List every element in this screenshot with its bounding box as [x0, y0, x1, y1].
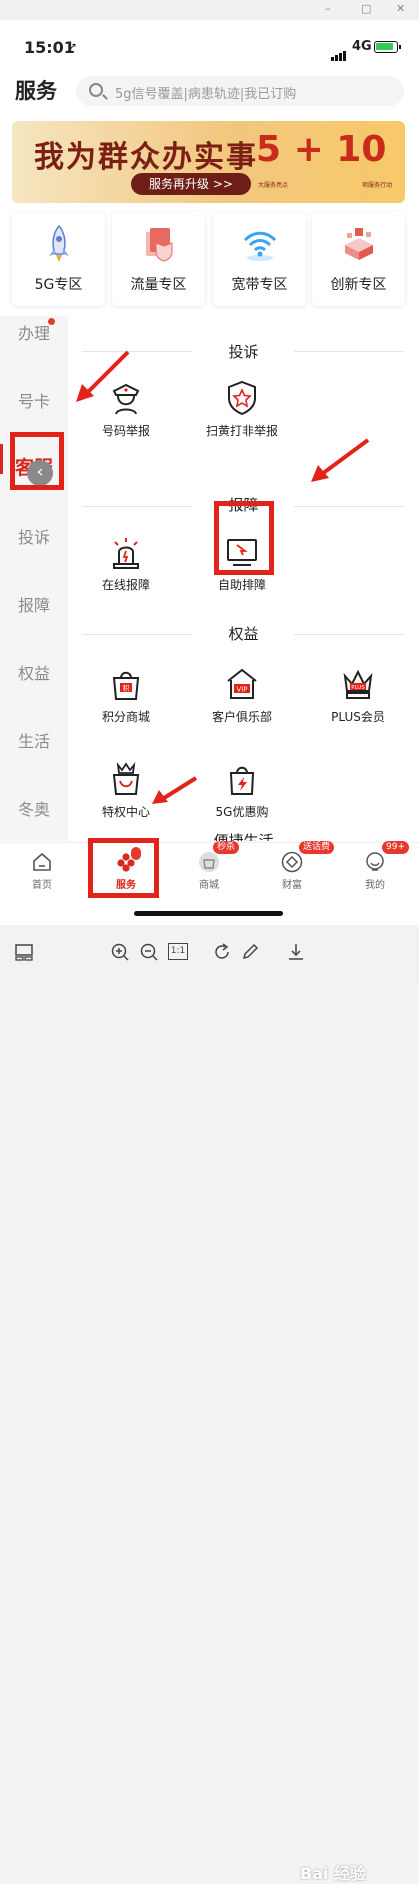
promo-banner[interactable]: 我为群众办实事 服务再升级 >> 5 + 10 大服务亮点 项服务行动	[12, 121, 405, 203]
face-icon	[366, 852, 384, 871]
home-icon	[33, 852, 51, 871]
watermark: Bai 经验	[300, 1864, 367, 1883]
tab-badge: 秒杀	[213, 841, 240, 854]
service-label: 5G优惠购	[215, 805, 269, 819]
service-customer-club[interactable]: VIP 客户俱乐部	[192, 666, 292, 732]
svg-text:PLUS: PLUS	[351, 685, 365, 691]
notification-dot	[48, 318, 55, 325]
sidebar-item-winter-olympics[interactable]: 冬奥	[0, 796, 68, 820]
status-bar: 15:01 ➚ 4G	[0, 20, 419, 64]
image-viewer-toolbar: 1:1 Bai 经验	[0, 925, 419, 1883]
service-plus-member[interactable]: PLUS PLUS会员	[308, 666, 408, 732]
bag-icon	[199, 852, 219, 872]
crown-bag-icon	[112, 761, 140, 795]
service-label: 自助排障	[217, 578, 266, 592]
section-title-rights: 权益	[228, 625, 259, 643]
actual-size-button[interactable]: 1:1	[168, 943, 188, 960]
tab-label: 首页	[32, 880, 52, 891]
banner-caption-left: 大服务亮点	[258, 182, 289, 189]
tab-home[interactable]: 首页	[0, 851, 84, 891]
annotation-box-self-troubleshoot	[214, 501, 274, 575]
tab-mine[interactable]: 我的	[333, 851, 417, 891]
pen-icon[interactable]	[240, 942, 260, 962]
battery-icon	[374, 41, 401, 53]
window-titlebar: – □ ✕	[0, 0, 419, 20]
service-label: 扫黄打非举报	[205, 424, 278, 438]
rotate-icon[interactable]	[212, 942, 232, 962]
zone-label: 5G专区	[34, 277, 83, 293]
tab-label: 我的	[365, 880, 385, 891]
vip-house-icon: VIP	[227, 668, 257, 699]
tab-badge: 99+	[382, 841, 409, 854]
zone-grid: 5G专区 流量专区 宽带专区 创新专区	[0, 212, 419, 312]
zone-label: 宽带专区	[231, 277, 288, 293]
search-placeholder: 5g信号覆盖|病患轨迹|我已订购	[115, 87, 297, 102]
search-input[interactable]: 5g信号覆盖|病患轨迹|我已订购	[76, 76, 404, 106]
tab-badge: 送话费	[299, 841, 335, 854]
annotation-box-sidebar	[10, 432, 64, 490]
category-sidebar: 办理 号卡 客服 投诉 报障 权益 生活 冬奥	[0, 316, 68, 841]
service-porn-report[interactable]: 扫黄打非举报	[192, 380, 292, 446]
tab-label: 财富	[282, 880, 302, 891]
zoom-in-icon[interactable]	[110, 942, 130, 962]
zoom-out-icon[interactable]	[139, 942, 159, 962]
minimize-button[interactable]: –	[325, 2, 331, 15]
wifi-icon	[243, 231, 277, 261]
tab-label: 商城	[199, 880, 219, 891]
badge-star-icon	[228, 380, 256, 416]
tab-mall[interactable]: 商城	[167, 851, 251, 891]
search-icon	[89, 83, 103, 97]
maximize-button[interactable]: □	[361, 2, 371, 15]
zone-5g[interactable]: 5G专区	[12, 212, 105, 306]
zone-traffic[interactable]: 流量专区	[112, 212, 205, 306]
sidebar-item-life[interactable]: 生活	[0, 728, 68, 752]
annotation-box-service-tab	[88, 838, 159, 898]
active-indicator	[0, 444, 3, 474]
page-header: 服务 5g信号覆盖|病患轨迹|我已订购	[0, 68, 419, 112]
zone-broadband[interactable]: 宽带专区	[213, 212, 306, 306]
service-label: 积分商城	[101, 710, 150, 724]
page-title: 服务	[15, 79, 57, 103]
annotation-arrow	[152, 776, 198, 804]
zone-label: 创新专区	[330, 277, 387, 293]
plus-crown-icon: PLUS	[343, 669, 373, 699]
banner-caption-right: 项服务行动	[362, 182, 393, 189]
location-arrow-icon: ➚	[68, 40, 78, 53]
banner-button[interactable]: 服务再升级 >>	[131, 173, 251, 195]
annotation-arrow	[76, 350, 130, 402]
network-type: 4G	[352, 39, 372, 54]
annotation-arrow	[311, 438, 370, 482]
rocket-icon	[49, 224, 69, 262]
home-indicator	[134, 911, 283, 916]
shield-icon	[146, 228, 173, 262]
sidebar-item-handle[interactable]: 办理	[0, 320, 68, 344]
banner-number: 5 + 10	[256, 129, 387, 170]
svg-text:VIP: VIP	[236, 686, 247, 694]
signal-icon	[331, 42, 347, 61]
sidebar-item-fault-report[interactable]: 报障	[0, 592, 68, 616]
service-online-fault-report[interactable]: 在线报障	[76, 534, 176, 600]
svg-text:积: 积	[123, 684, 130, 693]
diamond-icon	[281, 851, 303, 873]
download-icon[interactable]	[286, 942, 306, 962]
service-label: 客户俱乐部	[211, 710, 272, 724]
service-label: PLUS会员	[331, 710, 385, 724]
sidebar-item-complaint[interactable]: 投诉	[0, 524, 68, 548]
zone-label: 流量专区	[130, 277, 187, 293]
close-button[interactable]: ✕	[396, 2, 405, 15]
service-label: 号码举报	[101, 424, 150, 438]
cubes-icon	[345, 228, 373, 260]
service-points-mall[interactable]: 积 积分商城	[76, 666, 176, 732]
layout-icon[interactable]	[14, 942, 34, 962]
tab-wealth[interactable]: 财富	[250, 851, 334, 891]
service-label: 在线报障	[101, 578, 150, 592]
service-5g-discount[interactable]: 5G优惠购	[192, 761, 292, 827]
warning-light-icon	[113, 538, 139, 569]
sidebar-item-rights[interactable]: 权益	[0, 660, 68, 684]
points-bag-icon: 积	[112, 671, 140, 700]
banner-title: 我为群众办实事	[34, 140, 258, 175]
sidebar-item-number-card[interactable]: 号卡	[0, 388, 68, 412]
zone-innovation[interactable]: 创新专区	[312, 212, 405, 306]
lightning-bag-icon	[229, 766, 255, 795]
